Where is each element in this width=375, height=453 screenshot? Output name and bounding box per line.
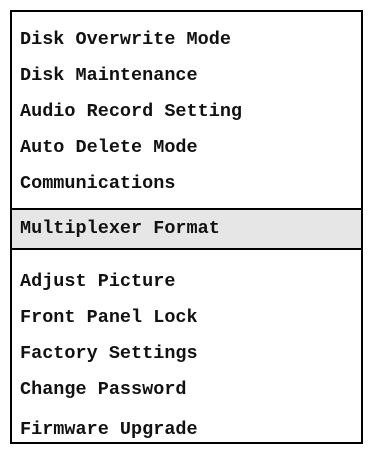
menu-item-adjust-picture[interactable]: Adjust Picture	[12, 264, 361, 300]
menu-item-change-password[interactable]: Change Password	[12, 372, 361, 408]
menu-item-firmware-upgrade[interactable]: Firmware Upgrade	[12, 412, 361, 442]
menu-item-auto-delete-mode[interactable]: Auto Delete Mode	[12, 130, 361, 166]
menu-section-bottom: Adjust Picture Front Panel Lock Factory …	[12, 250, 361, 442]
menu-item-factory-settings[interactable]: Factory Settings	[12, 336, 361, 372]
settings-menu: Disk Overwrite Mode Disk Maintenance Aud…	[10, 10, 363, 444]
menu-section-selected: Multiplexer Format	[12, 208, 361, 250]
menu-section-top: Disk Overwrite Mode Disk Maintenance Aud…	[12, 12, 361, 208]
menu-item-disk-overwrite-mode[interactable]: Disk Overwrite Mode	[12, 22, 361, 58]
menu-item-multiplexer-format[interactable]: Multiplexer Format	[12, 210, 361, 248]
menu-item-audio-record-setting[interactable]: Audio Record Setting	[12, 94, 361, 130]
menu-item-communications[interactable]: Communications	[12, 166, 361, 202]
menu-item-front-panel-lock[interactable]: Front Panel Lock	[12, 300, 361, 336]
menu-item-disk-maintenance[interactable]: Disk Maintenance	[12, 58, 361, 94]
